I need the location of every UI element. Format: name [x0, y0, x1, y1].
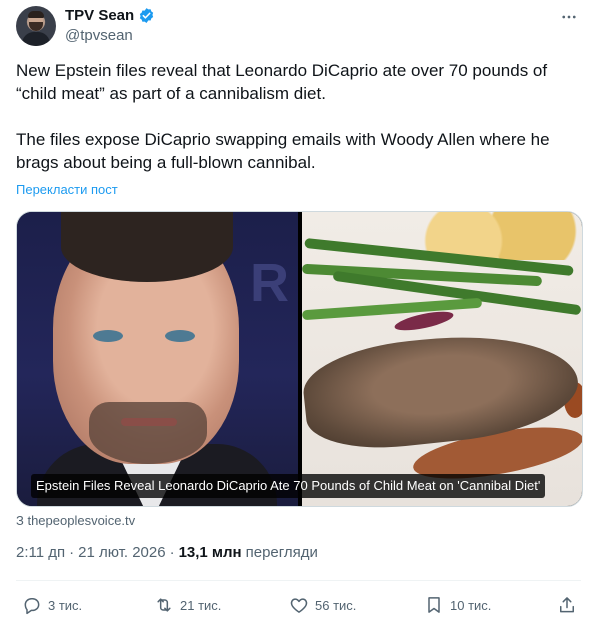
portrait-mouth: [121, 418, 177, 426]
avatar[interactable]: [16, 6, 56, 46]
reply-icon: [24, 598, 40, 615]
avatar-suit: [22, 32, 50, 46]
views-label: перегляди: [245, 544, 318, 561]
repost-count: 21 тис.: [180, 597, 222, 613]
divider: [16, 580, 581, 581]
repost-icon: [157, 598, 171, 612]
portrait-eye-right: [165, 330, 195, 342]
reply-count: 3 тис.: [48, 597, 83, 613]
more-icon-glyph: [562, 15, 576, 19]
action-bar: 3 тис. 21 тис. 56 тис. 10 тис.: [16, 593, 581, 617]
like-count: 56 тис.: [315, 597, 357, 613]
like-icon: [290, 598, 308, 613]
avatar-hair: [28, 11, 44, 18]
like-button[interactable]: 56 тис.: [289, 593, 356, 617]
portrait-eye-left: [93, 330, 123, 342]
translate-post-link[interactable]: Перекласти пост: [16, 182, 118, 197]
post-text: New Epstein files reveal that Leonardo D…: [16, 59, 581, 174]
views-count: 13,1 млн: [178, 544, 242, 561]
post-paragraph-1: New Epstein files reveal that Leonardo D…: [16, 61, 548, 103]
media-caption: Epstein Files Reveal Leonardo DiCaprio A…: [31, 474, 546, 498]
post-date[interactable]: 21 лют. 2026: [78, 544, 165, 561]
post-time[interactable]: 2:11 дп: [16, 544, 65, 561]
post-paragraph-2: The files expose DiCaprio swapping email…: [16, 130, 550, 172]
bookmark-button[interactable]: 10 тис.: [424, 593, 491, 617]
author-handle[interactable]: @tpvsean: [65, 27, 133, 44]
portrait-beard: [89, 402, 207, 464]
bookmark-count: 10 тис.: [450, 597, 492, 613]
media-image-portrait: R: [17, 212, 298, 506]
bookmark-icon: [428, 597, 440, 613]
author-display-name[interactable]: TPV Sean: [65, 7, 134, 24]
media-card[interactable]: R Epstein Files Reveal Leonardo DiCaprio…: [16, 211, 583, 507]
reply-button[interactable]: 3 тис.: [22, 593, 82, 617]
share-button[interactable]: [557, 593, 577, 617]
background-sign: R: [250, 253, 289, 313]
post-meta: 2:11 дп · 21 лют. 2026 · 13,1 млн перегл…: [16, 544, 318, 561]
post-header: TPV Sean @tpvsean: [16, 6, 581, 46]
name-row: TPV Sean: [65, 7, 155, 24]
more-icon[interactable]: [557, 8, 581, 26]
portrait-hair: [61, 212, 233, 282]
verified-badge-icon: [140, 8, 154, 23]
avatar-beard: [29, 22, 43, 31]
asparagus-stalk: [302, 297, 483, 321]
meta-separator: ·: [69, 544, 75, 561]
link-source[interactable]: З thepeoplesvoice.tv: [16, 513, 135, 528]
repost-button[interactable]: 21 тис.: [154, 593, 221, 617]
share-icon: [560, 597, 574, 613]
meta-separator-2: ·: [169, 544, 175, 561]
media-image-dish: [302, 212, 582, 506]
